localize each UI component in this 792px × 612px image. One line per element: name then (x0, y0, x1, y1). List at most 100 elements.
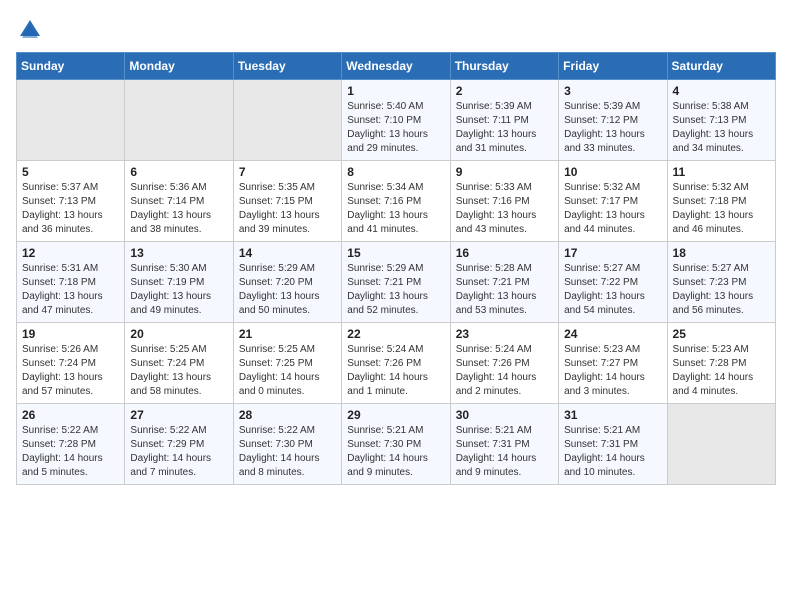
header-row: SundayMondayTuesdayWednesdayThursdayFrid… (17, 53, 776, 80)
day-info: Sunrise: 5:39 AM Sunset: 7:12 PM Dayligh… (564, 100, 661, 156)
day-number: 8 (347, 165, 444, 179)
day-info: Sunrise: 5:24 AM Sunset: 7:26 PM Dayligh… (456, 343, 553, 399)
header-thursday: Thursday (450, 53, 558, 80)
day-info: Sunrise: 5:29 AM Sunset: 7:21 PM Dayligh… (347, 262, 444, 318)
day-number: 2 (456, 84, 553, 98)
day-number: 28 (239, 408, 336, 422)
calendar-cell: 14 Sunrise: 5:29 AM Sunset: 7:20 PM Dayli… (233, 242, 341, 323)
day-number: 14 (239, 246, 336, 260)
day-number: 22 (347, 327, 444, 341)
header-wednesday: Wednesday (342, 53, 450, 80)
day-number: 29 (347, 408, 444, 422)
calendar-cell: 9 Sunrise: 5:33 AM Sunset: 7:16 PM Daylig… (450, 161, 558, 242)
day-number: 18 (673, 246, 770, 260)
day-number: 12 (22, 246, 119, 260)
calendar-cell: 15 Sunrise: 5:29 AM Sunset: 7:21 PM Dayli… (342, 242, 450, 323)
calendar-cell: 16Sunrise: 5:28 AM Sunset: 7:21 PM Dayli… (450, 242, 558, 323)
calendar-cell: 24Sunrise: 5:23 AM Sunset: 7:27 PM Dayli… (559, 323, 667, 404)
calendar-cell (667, 404, 775, 485)
header-sunday: Sunday (17, 53, 125, 80)
day-number: 25 (673, 327, 770, 341)
day-info: Sunrise: 5:21 AM Sunset: 7:30 PM Dayligh… (347, 424, 444, 480)
day-info: Sunrise: 5:40 AM Sunset: 7:10 PM Dayligh… (347, 100, 444, 156)
day-number: 10 (564, 165, 661, 179)
day-info: Sunrise: 5:39 AM Sunset: 7:11 PM Dayligh… (456, 100, 553, 156)
day-info: Sunrise: 5:26 AM Sunset: 7:24 PM Dayligh… (22, 343, 119, 399)
calendar-cell: 2 Sunrise: 5:39 AM Sunset: 7:11 PM Daylig… (450, 80, 558, 161)
week-row-4: 19 Sunrise: 5:26 AM Sunset: 7:24 PM Dayli… (17, 323, 776, 404)
day-number: 15 (347, 246, 444, 260)
day-info: Sunrise: 5:34 AM Sunset: 7:16 PM Dayligh… (347, 181, 444, 237)
day-info: Sunrise: 5:31 AM Sunset: 7:18 PM Dayligh… (22, 262, 119, 318)
calendar-cell: 18Sunrise: 5:27 AM Sunset: 7:23 PM Dayli… (667, 242, 775, 323)
calendar-cell: 17 Sunrise: 5:27 AM Sunset: 7:22 PM Dayli… (559, 242, 667, 323)
calendar-cell (125, 80, 233, 161)
day-number: 24 (564, 327, 661, 341)
day-number: 31 (564, 408, 661, 422)
day-info: Sunrise: 5:35 AM Sunset: 7:15 PM Dayligh… (239, 181, 336, 237)
calendar-cell: 12 Sunrise: 5:31 AM Sunset: 7:18 PM Dayli… (17, 242, 125, 323)
day-number: 20 (130, 327, 227, 341)
calendar-cell: 20 Sunrise: 5:25 AM Sunset: 7:24 PM Dayli… (125, 323, 233, 404)
day-number: 13 (130, 246, 227, 260)
week-row-1: 1 Sunrise: 5:40 AM Sunset: 7:10 PM Daylig… (17, 80, 776, 161)
calendar-cell (17, 80, 125, 161)
day-info: Sunrise: 5:33 AM Sunset: 7:16 PM Dayligh… (456, 181, 553, 237)
calendar-cell: 4 Sunrise: 5:38 AM Sunset: 7:13 PM Daylig… (667, 80, 775, 161)
week-row-2: 5 Sunrise: 5:37 AM Sunset: 7:13 PM Daylig… (17, 161, 776, 242)
day-info: Sunrise: 5:21 AM Sunset: 7:31 PM Dayligh… (564, 424, 661, 480)
week-row-5: 26 Sunrise: 5:22 AM Sunset: 7:28 PM Dayli… (17, 404, 776, 485)
logo (16, 16, 48, 44)
day-number: 5 (22, 165, 119, 179)
day-number: 6 (130, 165, 227, 179)
calendar-table: SundayMondayTuesdayWednesdayThursdayFrid… (16, 52, 776, 485)
calendar-body: 1 Sunrise: 5:40 AM Sunset: 7:10 PM Daylig… (17, 80, 776, 485)
calendar-cell: 22 Sunrise: 5:24 AM Sunset: 7:26 PM Dayli… (342, 323, 450, 404)
day-number: 1 (347, 84, 444, 98)
calendar-cell: 31 Sunrise: 5:21 AM Sunset: 7:31 PM Dayli… (559, 404, 667, 485)
day-info: Sunrise: 5:22 AM Sunset: 7:30 PM Dayligh… (239, 424, 336, 480)
day-info: Sunrise: 5:38 AM Sunset: 7:13 PM Dayligh… (673, 100, 770, 156)
calendar-cell: 7 Sunrise: 5:35 AM Sunset: 7:15 PM Daylig… (233, 161, 341, 242)
calendar-cell: 5 Sunrise: 5:37 AM Sunset: 7:13 PM Daylig… (17, 161, 125, 242)
week-row-3: 12 Sunrise: 5:31 AM Sunset: 7:18 PM Dayli… (17, 242, 776, 323)
day-number: 17 (564, 246, 661, 260)
day-info: Sunrise: 5:25 AM Sunset: 7:24 PM Dayligh… (130, 343, 227, 399)
page-header (16, 16, 776, 44)
day-info: Sunrise: 5:29 AM Sunset: 7:20 PM Dayligh… (239, 262, 336, 318)
calendar-cell: 13 Sunrise: 5:30 AM Sunset: 7:19 PM Dayli… (125, 242, 233, 323)
day-number: 26 (22, 408, 119, 422)
day-number: 4 (673, 84, 770, 98)
calendar-cell: 30Sunrise: 5:21 AM Sunset: 7:31 PM Dayli… (450, 404, 558, 485)
day-number: 23 (456, 327, 553, 341)
calendar-cell: 11 Sunrise: 5:32 AM Sunset: 7:18 PM Dayli… (667, 161, 775, 242)
day-info: Sunrise: 5:32 AM Sunset: 7:18 PM Dayligh… (673, 181, 770, 237)
calendar-cell: 1 Sunrise: 5:40 AM Sunset: 7:10 PM Daylig… (342, 80, 450, 161)
day-number: 19 (22, 327, 119, 341)
day-info: Sunrise: 5:37 AM Sunset: 7:13 PM Dayligh… (22, 181, 119, 237)
day-info: Sunrise: 5:21 AM Sunset: 7:31 PM Dayligh… (456, 424, 553, 480)
header-monday: Monday (125, 53, 233, 80)
calendar-cell: 27Sunrise: 5:22 AM Sunset: 7:29 PM Dayli… (125, 404, 233, 485)
calendar-cell: 29 Sunrise: 5:21 AM Sunset: 7:30 PM Dayli… (342, 404, 450, 485)
header-friday: Friday (559, 53, 667, 80)
day-info: Sunrise: 5:36 AM Sunset: 7:14 PM Dayligh… (130, 181, 227, 237)
day-number: 9 (456, 165, 553, 179)
day-number: 3 (564, 84, 661, 98)
calendar-cell: 6 Sunrise: 5:36 AM Sunset: 7:14 PM Daylig… (125, 161, 233, 242)
calendar-cell: 23 Sunrise: 5:24 AM Sunset: 7:26 PM Dayli… (450, 323, 558, 404)
day-number: 7 (239, 165, 336, 179)
logo-icon (16, 16, 44, 44)
day-info: Sunrise: 5:28 AM Sunset: 7:21 PM Dayligh… (456, 262, 553, 318)
calendar-cell: 25Sunrise: 5:23 AM Sunset: 7:28 PM Dayli… (667, 323, 775, 404)
calendar-cell: 28 Sunrise: 5:22 AM Sunset: 7:30 PM Dayli… (233, 404, 341, 485)
day-info: Sunrise: 5:22 AM Sunset: 7:28 PM Dayligh… (22, 424, 119, 480)
day-info: Sunrise: 5:25 AM Sunset: 7:25 PM Dayligh… (239, 343, 336, 399)
calendar-cell: 26 Sunrise: 5:22 AM Sunset: 7:28 PM Dayli… (17, 404, 125, 485)
calendar-cell: 21Sunrise: 5:25 AM Sunset: 7:25 PM Dayli… (233, 323, 341, 404)
calendar-cell: 8 Sunrise: 5:34 AM Sunset: 7:16 PM Daylig… (342, 161, 450, 242)
day-info: Sunrise: 5:30 AM Sunset: 7:19 PM Dayligh… (130, 262, 227, 318)
day-info: Sunrise: 5:24 AM Sunset: 7:26 PM Dayligh… (347, 343, 444, 399)
day-number: 11 (673, 165, 770, 179)
day-info: Sunrise: 5:27 AM Sunset: 7:22 PM Dayligh… (564, 262, 661, 318)
